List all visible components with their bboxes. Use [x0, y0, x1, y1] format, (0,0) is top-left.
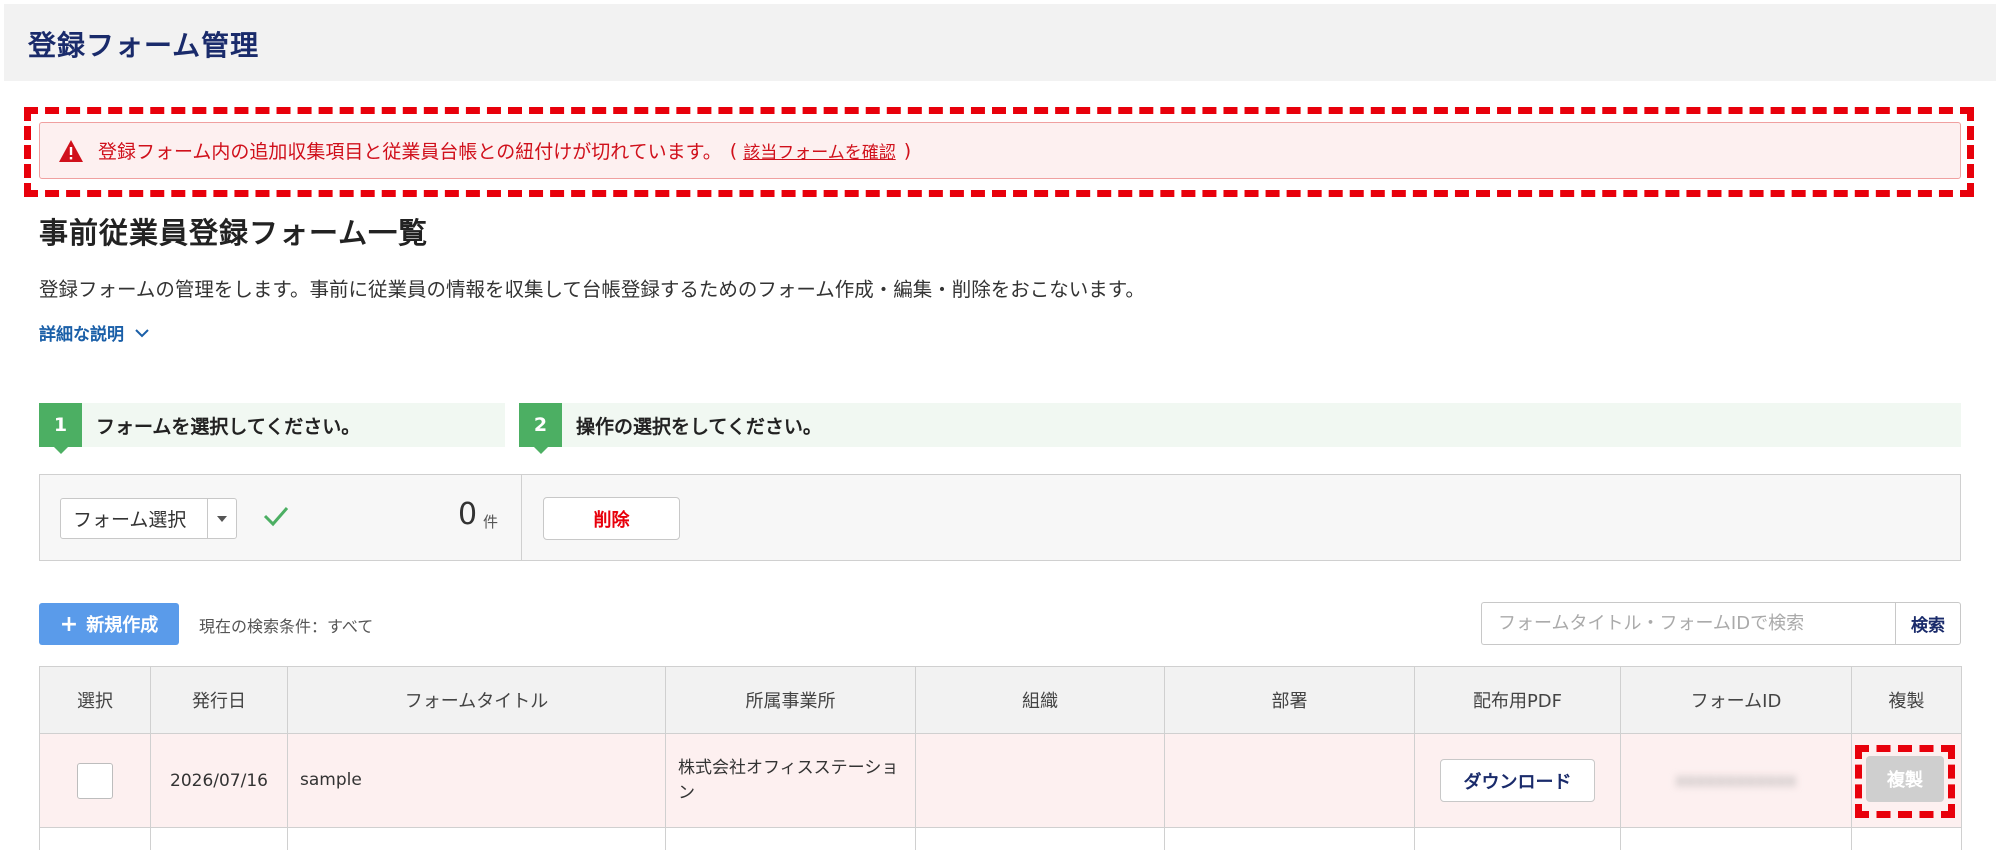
form-id-cell: xxxxxxxxxxxx: [1620, 733, 1852, 828]
alert-paren-close: ): [903, 139, 912, 162]
step-select-form: 1 フォームを選択してください。: [39, 403, 505, 454]
alert-banner: 登録フォーム内の追加収集項目と従業員台帳との紐付けが切れています。 ( 該当フォ…: [39, 122, 1961, 179]
forms-table: 選択 発行日 フォームタイトル 所属事業所 組織 部署 配布用PDF フォームI…: [39, 666, 1962, 850]
search-input[interactable]: [1481, 602, 1896, 645]
copy-button: 複製: [1866, 756, 1944, 802]
column-header: 配布用PDF: [1414, 666, 1621, 734]
step-number: 1: [39, 403, 82, 454]
empty-cell: [915, 827, 1165, 850]
column-header: 選択: [39, 666, 151, 734]
empty-cell: [665, 827, 916, 850]
office-cell: 株式会社オフィスステーション: [665, 733, 916, 828]
empty-cell: [287, 827, 666, 850]
column-header[interactable]: 所属事業所: [665, 666, 916, 734]
page-title: 事前従業員登録フォーム一覧: [39, 216, 429, 250]
copy-cell: 複製: [1851, 733, 1962, 828]
empty-cell: [150, 827, 288, 850]
download-pdf-button[interactable]: ダウンロード: [1440, 759, 1595, 802]
column-header: 複製: [1851, 666, 1962, 734]
step-number: 2: [519, 403, 562, 454]
page-description: 登録フォームの管理をします。事前に従業員の情報を収集して台帳登録するためのフォー…: [39, 278, 1145, 301]
column-header[interactable]: 部署: [1164, 666, 1415, 734]
column-header[interactable]: フォームID: [1620, 666, 1852, 734]
alert-message: 登録フォーム内の追加収集項目と従業員台帳との紐付けが切れています。: [98, 141, 722, 163]
warning-triangle-icon: [58, 139, 84, 163]
alert-paren-open: (: [729, 139, 738, 162]
search-condition: 現在の検索条件：すべて: [199, 617, 374, 636]
column-header[interactable]: フォームタイトル: [287, 666, 666, 734]
caret-down-icon[interactable]: [207, 499, 236, 538]
step-select-action: 2 操作の選択をしてください。: [519, 403, 1961, 454]
table-row: [39, 827, 1962, 850]
check-form-link[interactable]: 該当フォームを確認: [743, 138, 896, 163]
form-title-cell[interactable]: sample: [287, 733, 666, 828]
select-cell: [39, 733, 151, 828]
column-header[interactable]: 発行日: [150, 666, 288, 734]
search-button[interactable]: 検索: [1895, 602, 1961, 645]
empty-cell: [1414, 827, 1621, 850]
step-label: 操作の選択をしてください。: [576, 415, 822, 438]
plus-icon: +: [59, 611, 79, 637]
chevron-down-icon: [135, 328, 149, 337]
department-cell: [1164, 733, 1415, 828]
organization-cell: [915, 733, 1165, 828]
step-label: フォームを選択してください。: [96, 415, 361, 438]
details-toggle[interactable]: 詳細な説明: [39, 320, 150, 345]
selected-count-unit: 件: [483, 513, 499, 531]
form-select-label: フォーム選択: [73, 509, 187, 531]
form-id-blurred: xxxxxxxxxxxx: [1675, 770, 1797, 791]
row-select-checkbox[interactable]: [77, 762, 113, 799]
check-icon: [262, 505, 290, 531]
table-header-row: 選択 発行日 フォームタイトル 所属事業所 組織 部署 配布用PDF フォームI…: [39, 666, 1962, 734]
empty-cell: [39, 827, 151, 850]
table-row[interactable]: 2026/07/16 sample 株式会社オフィスステーション ダウンロード …: [39, 733, 1962, 828]
form-selection-area: フォーム選択 0 件: [40, 475, 522, 560]
empty-cell: [1620, 827, 1852, 850]
empty-cell: [1851, 827, 1962, 850]
delete-button[interactable]: 削除: [543, 497, 680, 540]
operations-panel: フォーム選択 0 件 削除: [39, 474, 1961, 561]
new-form-button[interactable]: + 新規作成: [39, 603, 179, 645]
issue-date-cell: 2026/07/16: [150, 733, 288, 828]
selected-count: 0: [458, 497, 478, 532]
empty-cell: [1164, 827, 1415, 850]
details-toggle-label: 詳細な説明: [39, 325, 124, 345]
new-form-label: 新規作成: [86, 615, 159, 636]
header-title: 登録フォーム管理: [28, 29, 260, 62]
form-select-dropdown[interactable]: フォーム選択: [60, 498, 237, 539]
column-header[interactable]: 組織: [915, 666, 1165, 734]
header-bar: 登録フォーム管理: [4, 4, 1996, 81]
pdf-cell: ダウンロード: [1414, 733, 1621, 828]
